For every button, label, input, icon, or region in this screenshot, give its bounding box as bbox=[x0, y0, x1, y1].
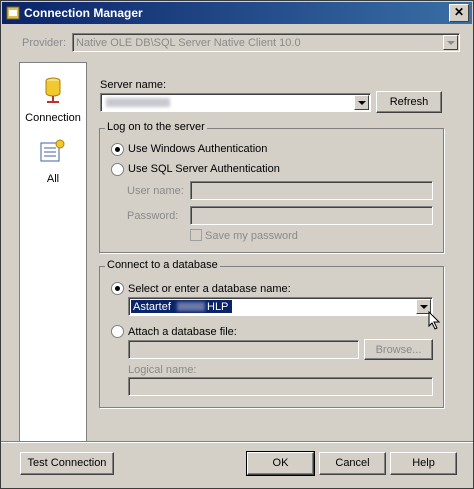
connection-manager-dialog: Connection Manager ✕ Provider: Native OL… bbox=[0, 0, 474, 489]
provider-dropdown-arrow bbox=[443, 35, 458, 50]
sidebar-item-label: All bbox=[46, 173, 60, 185]
cancel-button[interactable]: Cancel bbox=[319, 452, 386, 475]
sidebar-item-connection[interactable]: Connection bbox=[20, 75, 86, 125]
server-dropdown-arrow[interactable] bbox=[354, 95, 369, 110]
database-name-suffix: HLP bbox=[207, 301, 229, 313]
page-selector: Connection All bbox=[19, 62, 87, 442]
user-name-input[interactable] bbox=[190, 181, 433, 200]
logical-name-label: Logical name: bbox=[128, 364, 197, 376]
provider-value: Native OLE DB\SQL Server Native Client 1… bbox=[76, 37, 301, 49]
windows-auth-radio[interactable] bbox=[111, 143, 124, 156]
window-title: Connection Manager bbox=[24, 6, 143, 20]
property-list-icon bbox=[40, 139, 65, 162]
database-name-prefix: Astartef bbox=[133, 301, 171, 313]
sql-auth-radio[interactable] bbox=[111, 163, 124, 176]
title-bar: Connection Manager ✕ bbox=[2, 2, 472, 24]
attach-database-radio[interactable] bbox=[111, 325, 124, 338]
database-file-input[interactable] bbox=[128, 340, 359, 359]
server-name-combo[interactable] bbox=[100, 93, 371, 112]
database-name-combo[interactable]: Astartef HLP bbox=[128, 297, 433, 316]
save-password-checkbox[interactable] bbox=[190, 229, 202, 241]
save-password-label: Save my password bbox=[205, 230, 298, 242]
attach-database-label: Attach a database file: bbox=[128, 326, 237, 338]
windows-auth-label: Use Windows Authentication bbox=[128, 143, 268, 155]
refresh-button[interactable]: Refresh bbox=[376, 91, 442, 113]
sql-auth-label: Use SQL Server Authentication bbox=[128, 163, 280, 175]
select-database-radio[interactable] bbox=[111, 282, 124, 295]
provider-label: Provider: bbox=[22, 37, 67, 49]
provider-combo: Native OLE DB\SQL Server Native Client 1… bbox=[72, 33, 460, 52]
password-input[interactable] bbox=[190, 206, 433, 225]
database-connection-icon bbox=[45, 77, 61, 103]
close-button[interactable]: ✕ bbox=[449, 4, 469, 22]
redacted-database-name bbox=[177, 302, 205, 311]
test-connection-button[interactable]: Test Connection bbox=[20, 452, 114, 475]
sidebar-item-label: Connection bbox=[25, 112, 81, 124]
mouse-cursor-icon bbox=[428, 311, 441, 330]
redacted-server-name bbox=[106, 98, 170, 107]
close-icon: ✕ bbox=[453, 5, 465, 19]
help-button[interactable]: Help bbox=[390, 452, 457, 475]
select-database-label: Select or enter a database name: bbox=[128, 283, 291, 295]
logon-group-title: Log on to the server bbox=[105, 121, 207, 133]
bottom-divider bbox=[1, 441, 473, 443]
user-name-label: User name: bbox=[127, 185, 184, 197]
password-label: Password: bbox=[127, 210, 179, 222]
browse-button[interactable]: Browse... bbox=[364, 339, 433, 360]
database-group-title: Connect to a database bbox=[105, 259, 220, 271]
server-name-label: Server name: bbox=[100, 79, 167, 91]
ok-button[interactable]: OK bbox=[246, 451, 315, 476]
sidebar-item-all[interactable]: All bbox=[20, 137, 86, 185]
logical-name-input[interactable] bbox=[128, 377, 433, 396]
app-icon bbox=[6, 6, 20, 20]
